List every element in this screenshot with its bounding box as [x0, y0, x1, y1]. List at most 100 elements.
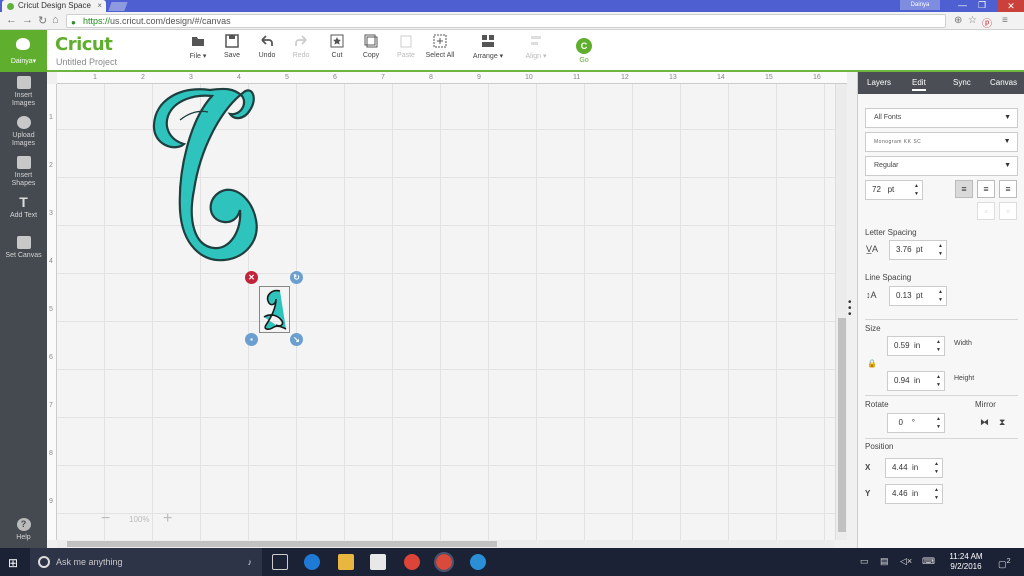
- add-text-button[interactable]: T Add Text: [0, 195, 47, 220]
- chrome-active-icon[interactable]: [434, 552, 454, 572]
- height-input[interactable]: 0.94 in ▲ ▼: [887, 371, 945, 391]
- letter-spacing-input[interactable]: 3.76 pt ▲ ▼: [889, 240, 947, 260]
- monogram-c-image[interactable]: [150, 80, 270, 266]
- help-button[interactable]: ? Help: [0, 518, 47, 542]
- keyboard-icon[interactable]: ⌨: [922, 556, 935, 567]
- volume-icon[interactable]: ◁×: [900, 556, 912, 567]
- upload-images-button[interactable]: Upload Images: [0, 116, 47, 148]
- menu-icon[interactable]: ≡: [1002, 15, 1008, 26]
- cortana-search-input[interactable]: Ask me anything ♪: [30, 548, 262, 576]
- store-icon[interactable]: [370, 554, 386, 570]
- star-icon[interactable]: ☆: [968, 15, 977, 26]
- design-canvas[interactable]: 1 2 3 4 5 6 7 8 9 10 11 12 13 14 15 16 123456789 ✕ ↻ ▪ …: [47, 72, 857, 548]
- position-x-input[interactable]: 4.44 in ▲ ▼: [885, 458, 943, 478]
- tab-title: Cricut Design Space: [18, 1, 91, 10]
- mirror-vertical-icon[interactable]: ⧗: [999, 417, 1005, 428]
- vertical-scrollbar[interactable]: [835, 84, 847, 540]
- font-name-select[interactable]: Monogram KK SC ▼: [865, 132, 1018, 152]
- microphone-icon[interactable]: ♪: [248, 548, 253, 576]
- arrange-button[interactable]: Arrange ▾: [468, 34, 508, 60]
- back-icon[interactable]: ←: [6, 14, 17, 26]
- sidebar-label: Add Text: [9, 212, 38, 219]
- copy-button[interactable]: Copy: [351, 34, 391, 59]
- chrome-icon[interactable]: [404, 554, 420, 570]
- rotate-handle-icon[interactable]: ↻: [290, 271, 303, 284]
- tab-edit[interactable]: Edit: [912, 78, 926, 91]
- width-input[interactable]: 0.59 in ▲ ▼: [887, 336, 945, 356]
- zoom-out-button[interactable]: −: [101, 511, 117, 528]
- edge-icon[interactable]: [304, 554, 320, 570]
- app-icon[interactable]: [470, 554, 486, 570]
- file-explorer-icon[interactable]: [338, 554, 354, 570]
- stepper-icon[interactable]: ▲ ▼: [934, 460, 939, 476]
- pinterest-icon[interactable]: ⓟ: [982, 15, 992, 30]
- notifications-icon[interactable]: ▢2: [998, 556, 1011, 570]
- line-spacing-input[interactable]: 0.13 pt ▲ ▼: [889, 286, 947, 306]
- stepper-icon[interactable]: ▲ ▼: [936, 338, 941, 354]
- align-center-button[interactable]: ≡: [977, 180, 995, 198]
- case-lower-button[interactable]: ▫: [999, 202, 1017, 220]
- tab-close-icon[interactable]: ×: [97, 0, 102, 12]
- tab-sync[interactable]: Sync: [953, 78, 971, 87]
- panel-collapse-handle[interactable]: • • •: [848, 298, 854, 320]
- zoom-icon[interactable]: ⊕: [954, 15, 962, 26]
- tab-layers[interactable]: Layers: [867, 78, 891, 87]
- stepper-icon[interactable]: ▲ ▼: [938, 242, 943, 258]
- project-title[interactable]: Untitled Project: [56, 57, 117, 67]
- align-right-button[interactable]: ≡: [999, 180, 1017, 198]
- tab-canvas[interactable]: Canvas: [990, 78, 1017, 87]
- mirror-horizontal-icon[interactable]: ⧓: [980, 417, 989, 428]
- close-window-button[interactable]: ✕: [998, 0, 1024, 12]
- ruler-tick-label: 2: [141, 74, 145, 81]
- align-left-button[interactable]: ≡: [955, 180, 973, 198]
- align-button[interactable]: Align ▾: [516, 34, 556, 60]
- rotate-value: 0: [898, 418, 903, 427]
- task-view-icon[interactable]: [272, 554, 288, 570]
- zoom-in-button[interactable]: +: [163, 511, 179, 528]
- stepper-icon[interactable]: ▲ ▼: [936, 415, 941, 431]
- monogram-l-image[interactable]: [260, 287, 289, 332]
- set-canvas-button[interactable]: Set Canvas: [0, 236, 47, 260]
- browser-tab[interactable]: Cricut Design Space ×: [2, 0, 106, 12]
- stepper-icon[interactable]: ▲ ▼: [936, 373, 941, 389]
- battery-icon[interactable]: ▭: [860, 556, 869, 567]
- minimize-button[interactable]: —: [958, 0, 967, 11]
- font-size-input[interactable]: 72 pt ▲ ▼: [865, 180, 923, 200]
- save-button[interactable]: Save: [212, 34, 252, 59]
- reload-icon[interactable]: ↻: [38, 14, 47, 27]
- forward-icon[interactable]: →: [22, 14, 33, 26]
- stepper-icon[interactable]: ▲ ▼: [914, 182, 919, 198]
- network-icon[interactable]: ▤: [880, 556, 889, 567]
- home-icon[interactable]: ⌂: [52, 14, 59, 26]
- delete-handle-icon[interactable]: ✕: [245, 271, 258, 284]
- lock-handle-icon[interactable]: ▪: [245, 333, 258, 346]
- redo-button[interactable]: Redo: [281, 34, 321, 59]
- horizontal-scrollbar[interactable]: [57, 540, 835, 548]
- height-unit: in: [914, 376, 921, 385]
- rotate-input[interactable]: 0 ° ▲ ▼: [887, 413, 945, 433]
- user-menu[interactable]: Dainya▾: [0, 30, 47, 72]
- select-all-button[interactable]: Select All: [420, 34, 460, 59]
- stepper-icon[interactable]: ▲ ▼: [938, 288, 943, 304]
- windows-start-icon[interactable]: ⊞: [8, 556, 18, 570]
- divider: [865, 395, 1018, 396]
- new-tab-button[interactable]: [108, 2, 128, 11]
- insert-shapes-button[interactable]: Insert Shapes: [0, 156, 47, 188]
- resize-handle-icon[interactable]: ↘: [290, 333, 303, 346]
- maximize-button[interactable]: ❐: [978, 0, 986, 11]
- stepper-icon[interactable]: ▲ ▼: [934, 486, 939, 502]
- go-button[interactable]: C: [576, 38, 592, 54]
- lock-ratio-icon[interactable]: 🔒: [867, 359, 877, 368]
- scroll-thumb[interactable]: [67, 541, 497, 547]
- insert-images-button[interactable]: Insert Images: [0, 76, 47, 108]
- url-input[interactable]: ● https://us.cricut.com/design/#/canvas: [66, 14, 946, 28]
- ruler-tick-label: 11: [573, 74, 581, 81]
- case-upper-button[interactable]: ▫: [977, 202, 995, 220]
- scroll-thumb[interactable]: [838, 318, 846, 532]
- font-style-select[interactable]: Regular ▼: [865, 156, 1018, 176]
- position-y-input[interactable]: 4.46 in ▲ ▼: [885, 484, 943, 504]
- font-filter-select[interactable]: All Fonts ▼: [865, 108, 1018, 128]
- selection-box[interactable]: [259, 286, 290, 333]
- browser-profile-chip[interactable]: Dainya: [900, 0, 940, 10]
- clock[interactable]: 11:24 AM 9/2/2016: [946, 552, 986, 572]
